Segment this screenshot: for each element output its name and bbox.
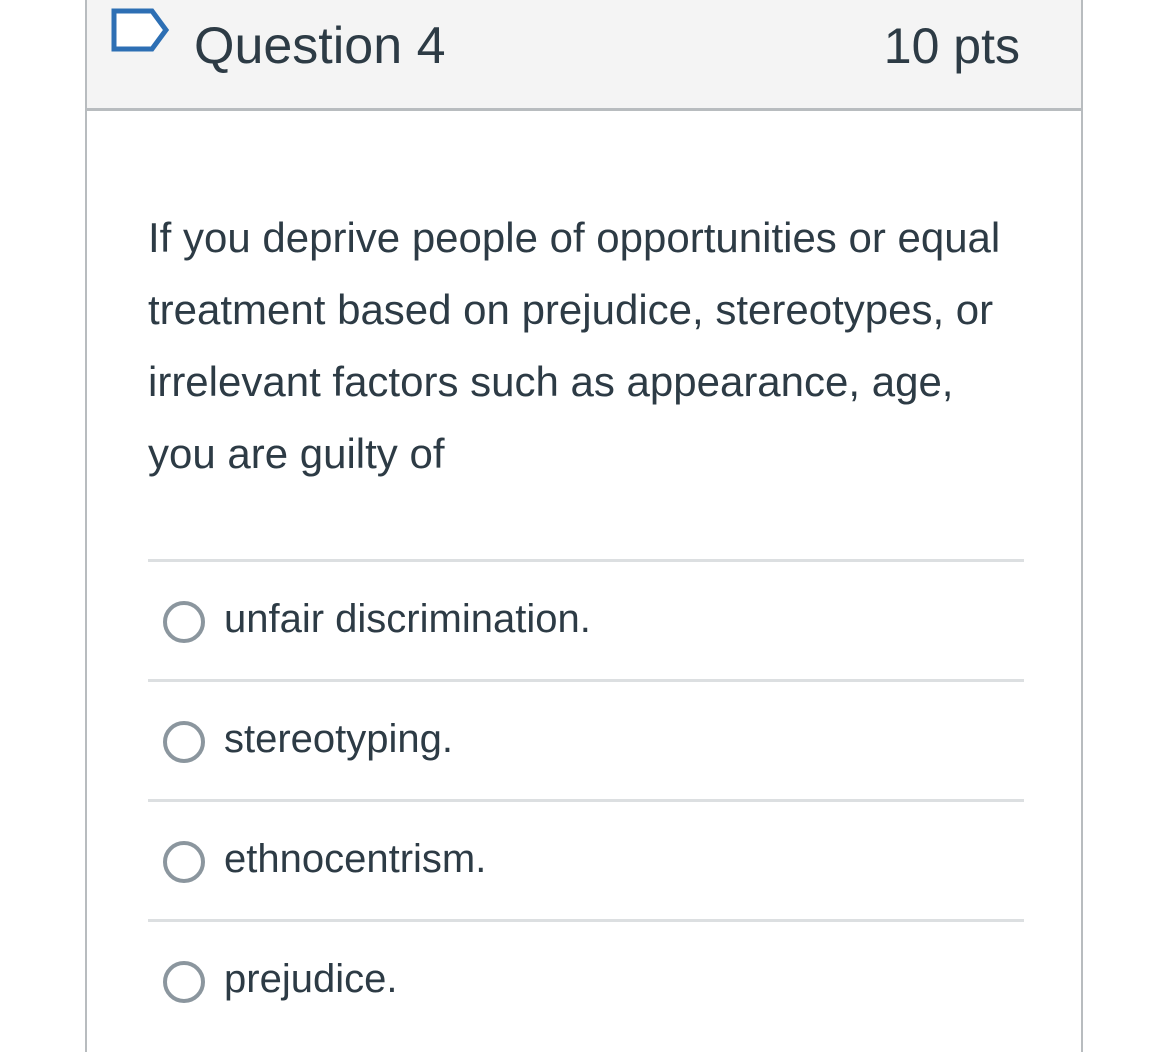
question-title: Question 4 [194, 17, 446, 75]
answer-option[interactable]: ethnocentrism. [148, 799, 1024, 919]
question-card: Question 4 10 pts If you deprive people … [85, 0, 1083, 1052]
radio-button[interactable] [163, 601, 205, 643]
radio-button[interactable] [163, 721, 205, 763]
question-text: If you deprive people of opportunities o… [148, 214, 1001, 477]
question-points: 10 pts [883, 18, 1020, 74]
answer-label[interactable]: ethnocentrism. [224, 833, 486, 885]
answer-label[interactable]: stereotyping. [224, 713, 453, 765]
answer-option[interactable]: prejudice. [148, 919, 1024, 1039]
flag-question-icon[interactable] [109, 6, 173, 54]
answer-option[interactable]: stereotyping. [148, 679, 1024, 799]
answer-label[interactable]: prejudice. [224, 953, 397, 1005]
radio-button[interactable] [163, 961, 205, 1003]
answer-list: unfair discrimination. stereotyping. eth… [148, 559, 1024, 1039]
answer-label[interactable]: unfair discrimination. [224, 593, 591, 645]
radio-button[interactable] [163, 841, 205, 883]
question-header: Question 4 10 pts [87, 0, 1081, 111]
answer-option[interactable]: unfair discrimination. [148, 559, 1024, 679]
